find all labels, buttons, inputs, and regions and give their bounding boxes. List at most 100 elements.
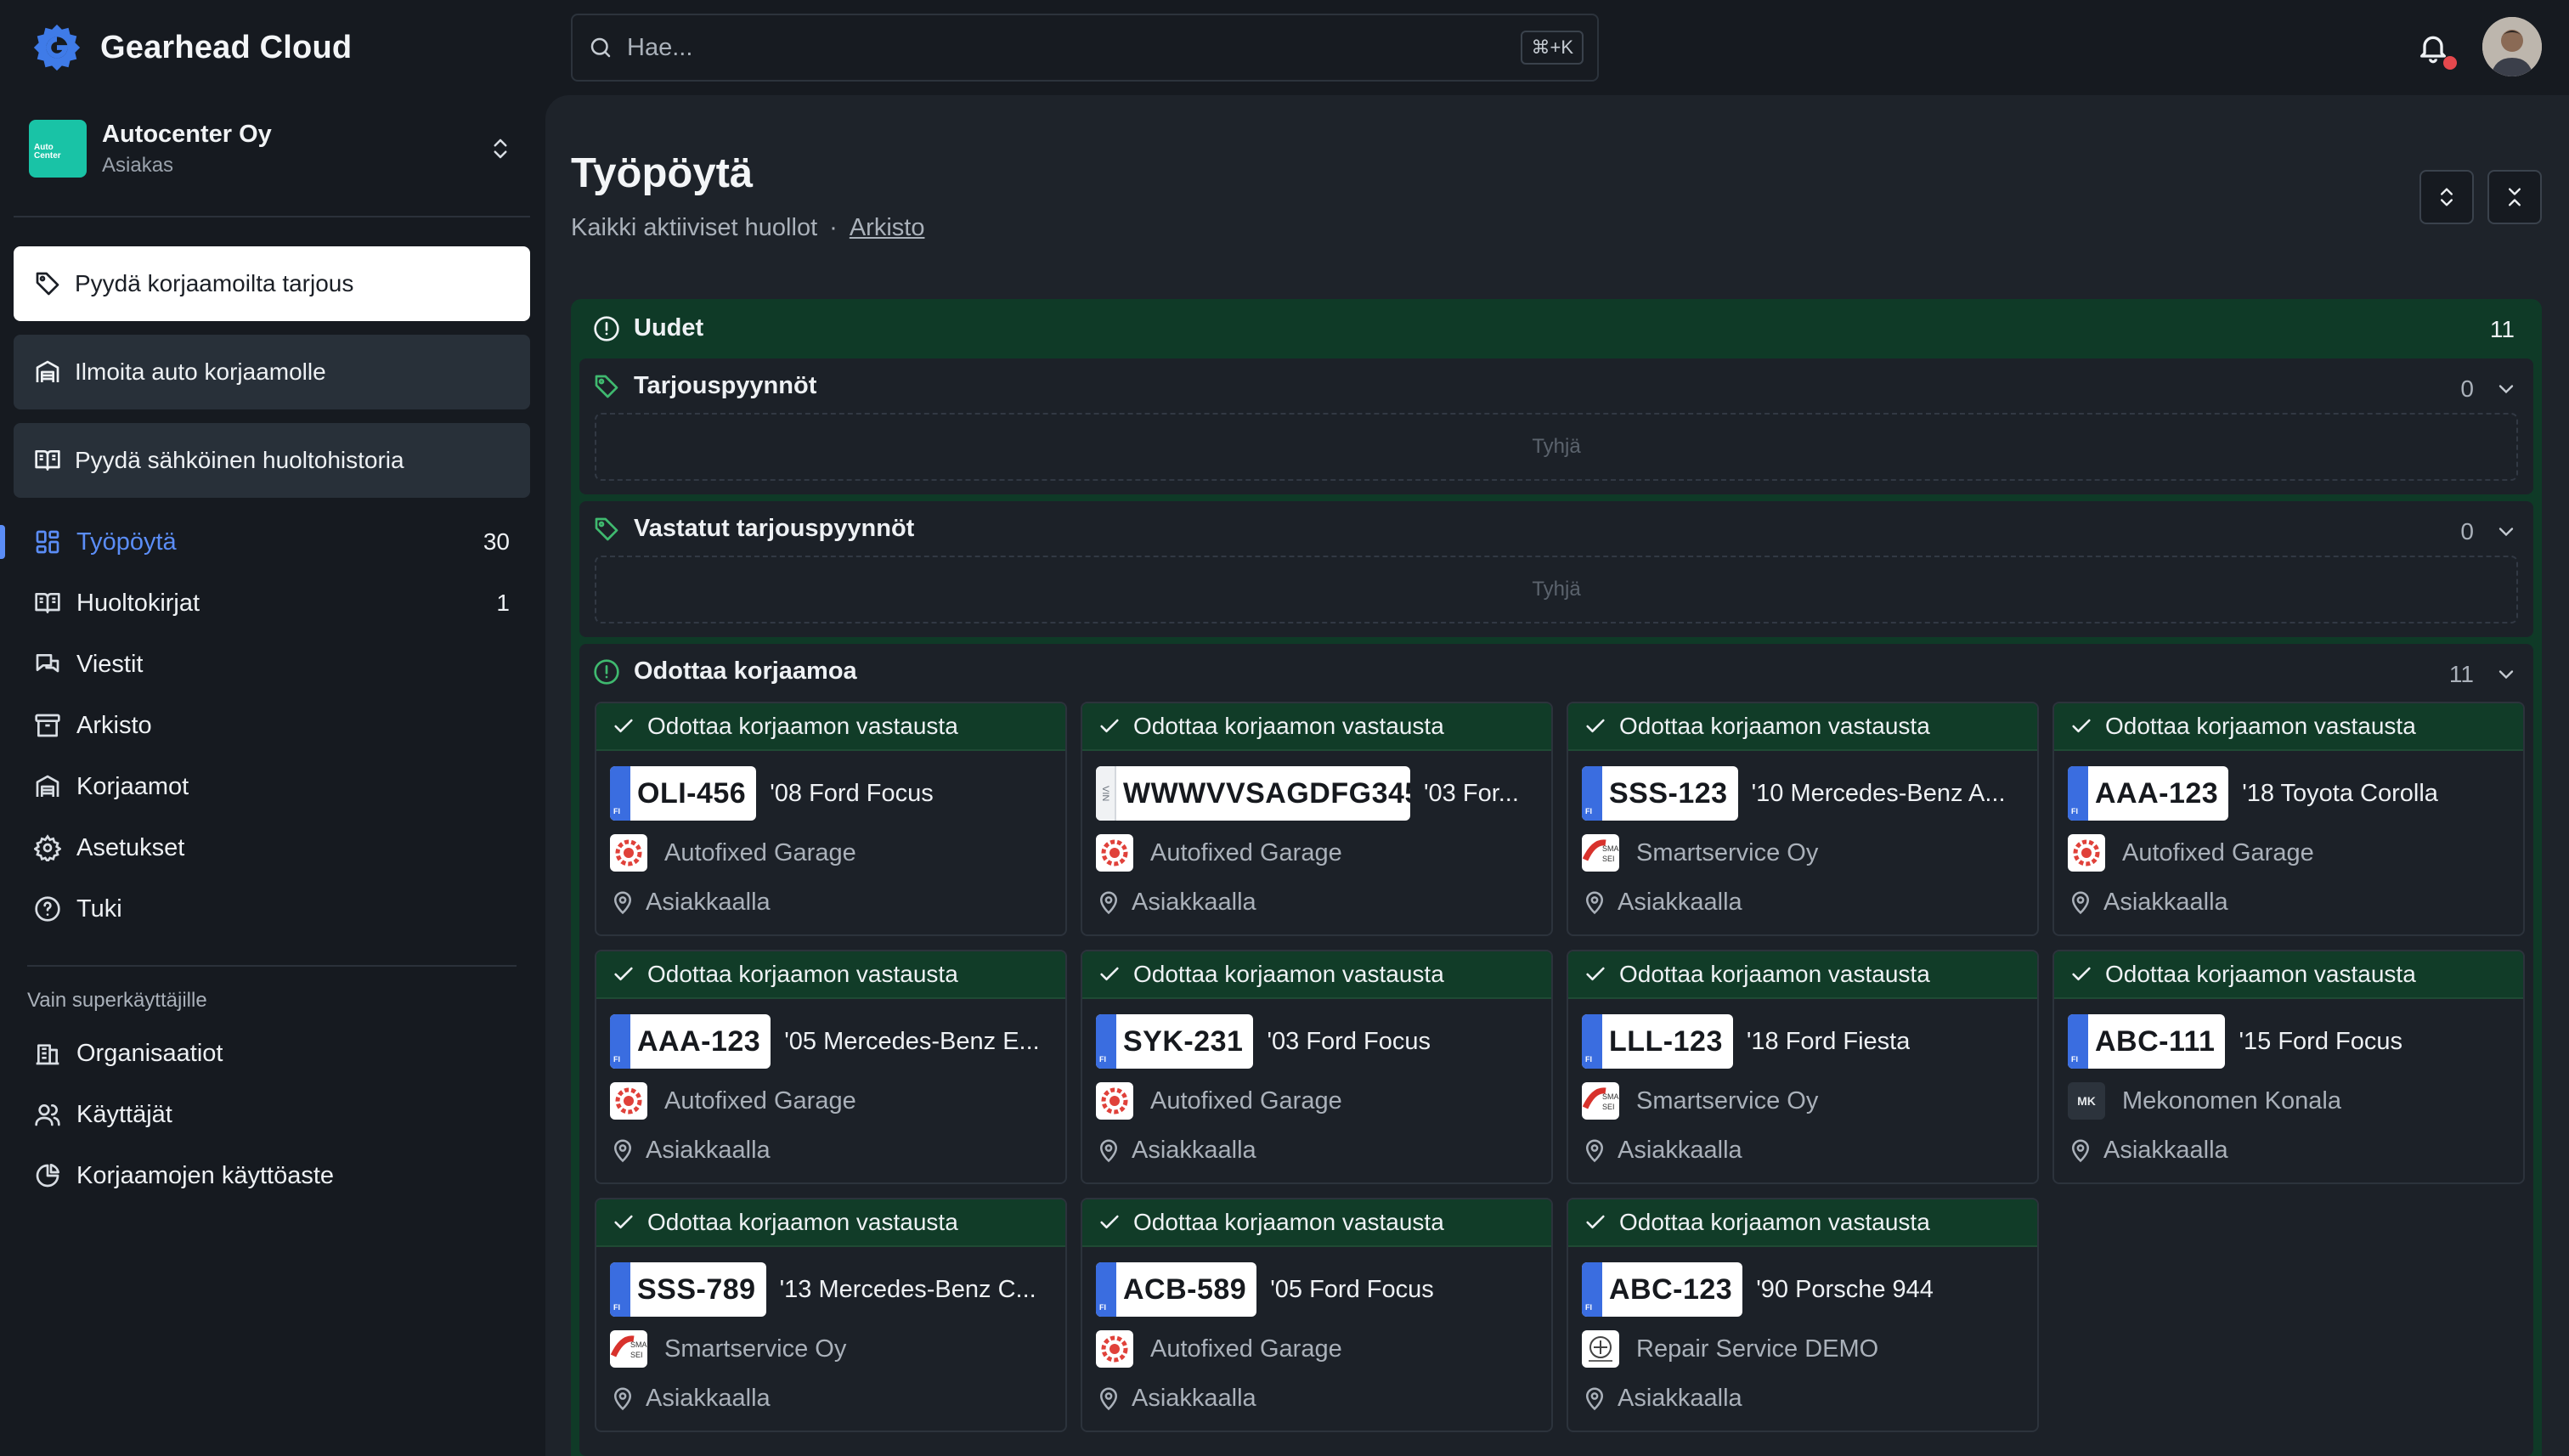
avatar[interactable]: [2482, 17, 2542, 76]
service-card[interactable]: Odottaa korjaamon vastausta ABC-111 '15 …: [2052, 950, 2525, 1184]
tag-icon: [595, 375, 618, 398]
check-icon: [614, 719, 633, 733]
section-header[interactable]: Odottaa korjaamoa: [593, 657, 857, 686]
card-status-text: Odottaa korjaamon vastausta: [1133, 961, 1444, 987]
car-location: Asiakkaalla: [1132, 888, 1256, 916]
nav-item-archive[interactable]: Arkisto: [0, 700, 544, 751]
nav-item-support[interactable]: Tuki: [0, 883, 544, 934]
search-bar[interactable]: ⌘+K: [571, 14, 1599, 82]
search-input[interactable]: [627, 33, 1392, 62]
group-header[interactable]: Uudet: [593, 314, 703, 342]
nav-item-users[interactable]: Käyttäjät: [0, 1089, 544, 1140]
section-header[interactable]: Tarjouspyynnöt: [593, 372, 816, 400]
service-card[interactable]: Odottaa korjaamon vastausta ABC-123 '90 …: [1567, 1198, 2039, 1432]
archive-icon: [35, 714, 60, 737]
service-card[interactable]: Odottaa korjaamon vastausta LLL-123 '18 …: [1567, 950, 2039, 1184]
garage-logo: [610, 1082, 647, 1120]
org-name: Autocenter Oy: [102, 120, 272, 148]
subtitle-text: Kaikki aktiiviset huollot: [571, 214, 818, 241]
nav-item-label: Työpöytä: [76, 528, 177, 556]
divider: [14, 216, 530, 217]
garage-logo: [1096, 1330, 1133, 1368]
nav-item-count: 30: [483, 528, 510, 555]
org-switcher[interactable]: Auto Center Autocenter Oy Asiakas: [29, 119, 530, 178]
notify-garage-button[interactable]: Ilmoita auto korjaamolle: [14, 335, 530, 409]
collapse-all-button[interactable]: [2487, 170, 2542, 224]
garage-logo: [2068, 834, 2105, 872]
service-card[interactable]: Odottaa korjaamon vastausta ACB-589 '05 …: [1081, 1198, 1553, 1432]
car-model: '18 Ford Fiesta: [1746, 1027, 1911, 1055]
section-count: 11: [2448, 661, 2474, 687]
chevron-down-icon[interactable]: [2494, 663, 2518, 686]
search-icon: [590, 37, 611, 58]
car-location: Asiakkaalla: [646, 1136, 771, 1164]
chevron-up-down-icon[interactable]: [488, 136, 513, 161]
nav-item-garage-utilization[interactable]: Korjaamojen käyttöaste: [0, 1150, 544, 1201]
group-title: Uudet: [634, 314, 704, 341]
sidebar: Gearhead Cloud Auto Center Autocenter Oy…: [0, 0, 544, 1456]
gear-logo-icon: [33, 24, 81, 71]
group-new: Uudet 11 Tarjouspyynnöt 0 Tyhjä Vastatut…: [571, 299, 2542, 1456]
nav-item-settings[interactable]: Asetukset: [0, 822, 544, 873]
search-shortcut: ⌘+K: [1521, 31, 1584, 65]
nav-item-label: Organisaatiot: [76, 1039, 223, 1067]
car-model: '03 Ford Focus: [1267, 1027, 1431, 1055]
expand-all-button[interactable]: [2419, 170, 2474, 224]
service-card[interactable]: Odottaa korjaamon vastausta SYK-231 '03 …: [1081, 950, 1553, 1184]
nav-item-count: 1: [496, 590, 510, 616]
request-quote-label: Pyydä korjaamoilta tarjous: [75, 270, 354, 296]
garage-logo: [1096, 1082, 1133, 1120]
license-plate: OLI-456: [610, 766, 757, 821]
garage-name: Smartservice Oy: [664, 1335, 847, 1363]
car-location: Asiakkaalla: [1618, 1136, 1742, 1164]
map-pin-icon: [613, 1139, 632, 1163]
map-pin-icon: [1585, 1139, 1604, 1163]
car-model: '05 Ford Focus: [1270, 1275, 1434, 1303]
nav-item-label: Viestit: [76, 650, 144, 678]
license-plate: SSS-789: [610, 1262, 766, 1317]
nav-item-organisations[interactable]: Organisaatiot: [0, 1028, 544, 1079]
service-card[interactable]: Odottaa korjaamon vastausta AAA-123 '05 …: [595, 950, 1067, 1184]
service-card[interactable]: Odottaa korjaamon vastausta SSS-789 '13 …: [595, 1198, 1067, 1432]
service-card[interactable]: Odottaa korjaamon vastausta AAA-123 '18 …: [2052, 702, 2525, 936]
nav-item-garages[interactable]: Korjaamot: [0, 761, 544, 812]
card-status-text: Odottaa korjaamon vastausta: [1619, 713, 1930, 739]
users-icon: [35, 1104, 60, 1126]
nav-item-label: Arkisto: [76, 711, 152, 739]
nav-item-messages[interactable]: Viestit: [0, 639, 544, 690]
car-model: '13 Mercedes-Benz C...: [779, 1275, 1036, 1303]
page-subtitle: Kaikki aktiiviset huollot · Arkisto: [571, 214, 924, 242]
section-quote-requests: Tarjouspyynnöt 0 Tyhjä: [579, 358, 2533, 494]
messages-icon: [36, 654, 59, 673]
request-quote-button[interactable]: Pyydä korjaamoilta tarjous: [14, 246, 530, 321]
license-plate: ABC-111: [2068, 1014, 2226, 1069]
garage-logo: SMA SEI: [1582, 834, 1619, 872]
request-history-button[interactable]: Pyydä sähköinen huoltohistoria: [14, 423, 530, 498]
eu-flag-icon: [1582, 1014, 1602, 1069]
garage-name: Repair Service DEMO: [1636, 1335, 1879, 1363]
brand[interactable]: Gearhead Cloud: [31, 19, 352, 76]
eu-flag-icon: [1582, 766, 1602, 821]
archive-link[interactable]: Arkisto: [850, 214, 925, 242]
vin-badge: VIN: [1096, 766, 1116, 821]
section-header[interactable]: Vastatut tarjouspyynnöt: [593, 515, 914, 543]
eu-flag-icon: [610, 1262, 630, 1317]
service-card[interactable]: Odottaa korjaamon vastausta SSS-123 '10 …: [1567, 702, 2039, 936]
car-location: Asiakkaalla: [2103, 888, 2228, 916]
nav-item-dashboard[interactable]: Työpöytä 30: [0, 516, 544, 567]
map-pin-icon: [1585, 891, 1604, 915]
garage-logo: [1096, 834, 1133, 872]
nav-item-service-books[interactable]: Huoltokirjat 1: [0, 578, 544, 629]
chevrons-collapse-icon: [2509, 188, 2521, 206]
nav-item-label: Korjaamot: [76, 772, 189, 800]
chevron-down-icon[interactable]: [2494, 520, 2518, 544]
chevron-down-icon[interactable]: [2494, 377, 2518, 401]
license-plate-number: ABC-123: [1609, 1273, 1733, 1306]
map-pin-icon: [1099, 1139, 1118, 1163]
check-icon: [614, 1215, 633, 1229]
service-card[interactable]: Odottaa korjaamon vastausta VIN WWWVVSAG…: [1081, 702, 1553, 936]
garage-name: Autofixed Garage: [1150, 1335, 1342, 1363]
org-logo: Auto Center: [29, 120, 87, 178]
license-plate: LLL-123: [1582, 1014, 1733, 1069]
service-card[interactable]: Odottaa korjaamon vastausta OLI-456 '08 …: [595, 702, 1067, 936]
